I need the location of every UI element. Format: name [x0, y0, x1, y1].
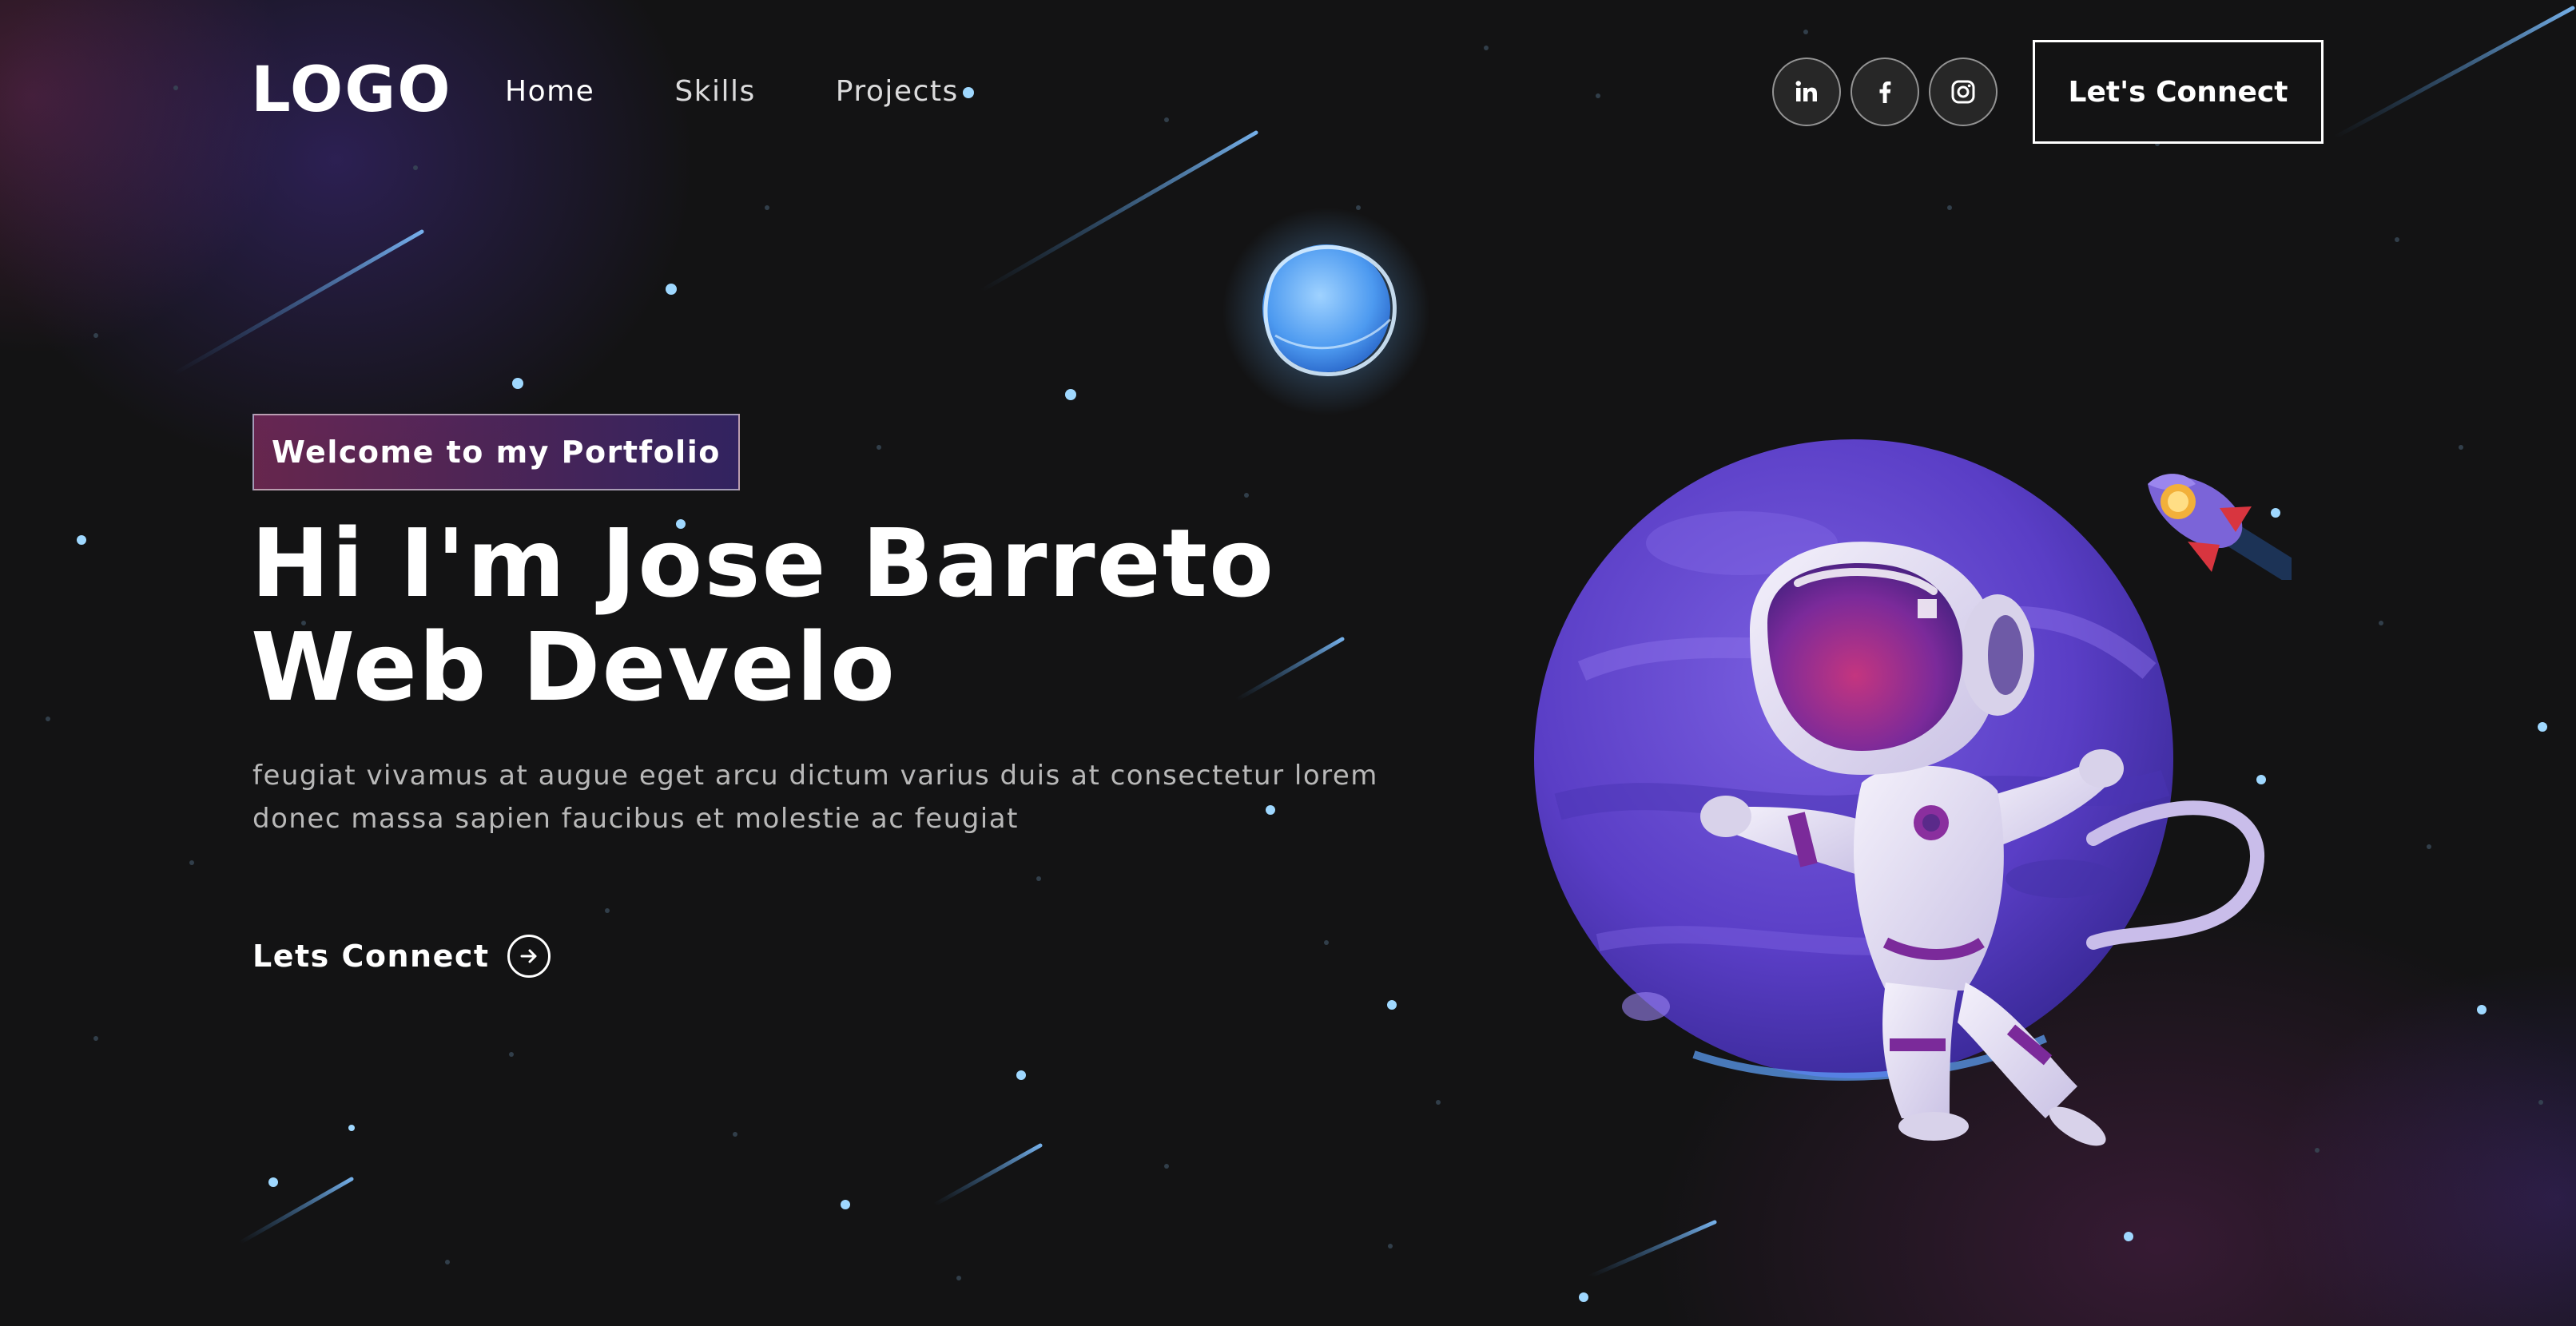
nav-links: Home Skills Projects — [505, 70, 959, 113]
lets-connect-button[interactable]: Let's Connect — [2033, 40, 2324, 144]
instagram-button[interactable] — [1929, 58, 1998, 126]
nav-link-skills[interactable]: Skills — [674, 70, 755, 113]
headline-line-2: Web Develo — [251, 612, 896, 722]
portfolio-hero-page: LOGO Home Skills Projects Let's Connect … — [0, 0, 2576, 1326]
headline-line-1: Hi I'm Jose Barreto — [251, 508, 1276, 618]
linkedin-icon — [1795, 81, 1817, 101]
hero-headline: Hi I'm Jose Barreto Web Develo — [251, 511, 1449, 719]
lets-connect-cta[interactable]: Lets Connect — [252, 935, 551, 978]
social-icons — [1772, 58, 1998, 126]
rocket-icon — [2148, 474, 2292, 580]
nav-link-home[interactable]: Home — [505, 70, 594, 113]
intro-line-1: feugiat vivamus at augue eget arcu dictu… — [252, 760, 1378, 792]
instagram-icon — [1951, 80, 1975, 104]
navbar: LOGO Home Skills Projects Let's Connect — [0, 0, 2576, 184]
facebook-icon — [1879, 81, 1891, 103]
hero-intro: feugiat vivamus at augue eget arcu dictu… — [252, 754, 1419, 840]
glowing-moon-icon — [1222, 208, 1430, 415]
cta-label: Lets Connect — [252, 939, 490, 974]
linkedin-button[interactable] — [1772, 58, 1841, 126]
nav-link-projects[interactable]: Projects — [836, 70, 959, 113]
logo[interactable]: LOGO — [251, 54, 452, 126]
intro-line-2: donec massa sapien faucibus et molestie … — [252, 803, 1019, 835]
facebook-button[interactable] — [1851, 58, 1919, 126]
arrow-right-circle-icon — [507, 935, 551, 978]
tagline-badge: Welcome to my Portfolio — [252, 414, 740, 490]
